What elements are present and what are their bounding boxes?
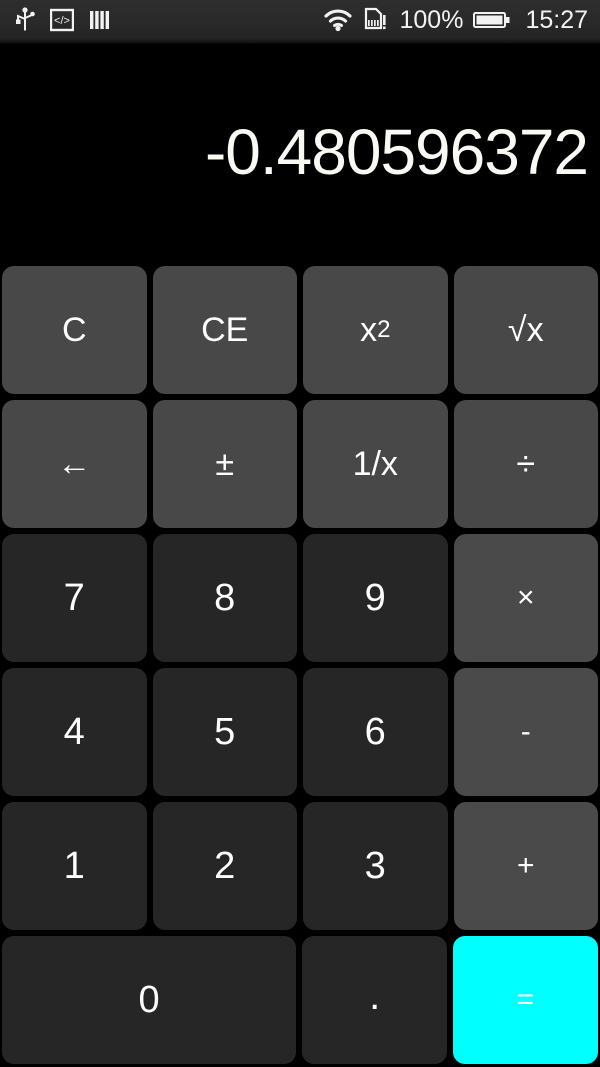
key-multiply[interactable]: × <box>453 534 598 662</box>
sim-card-alert-icon <box>363 7 389 33</box>
key-7[interactable]: 7 <box>2 534 147 662</box>
battery-percent-label: 100% <box>399 5 464 34</box>
key-subtract[interactable]: - <box>453 668 598 796</box>
key-4[interactable]: 4 <box>2 668 147 796</box>
status-bar-right: 100% 15:27 <box>323 7 588 33</box>
calculator-display[interactable]: -0.480596372 <box>0 44 600 259</box>
key-0[interactable]: 0 <box>2 936 297 1064</box>
key-1[interactable]: 1 <box>2 802 147 930</box>
svg-text:</>: </> <box>54 15 70 27</box>
calculator-keypad: C CE x 2 √x ← ±1/x ÷ 7 8 9 × 4 5 6-1 2 3 +0. = <box>0 266 600 1067</box>
key-3[interactable]: 3 <box>303 802 448 930</box>
key-clear[interactable]: C <box>2 266 147 394</box>
key-square[interactable]: x2 <box>303 266 448 394</box>
key-plus-minus[interactable]: ± <box>152 400 297 528</box>
wifi-icon <box>323 8 353 32</box>
key-8[interactable]: 8 <box>152 534 297 662</box>
key-9[interactable]: 9 <box>303 534 448 662</box>
barcode-icon <box>88 8 112 32</box>
key-2[interactable]: 2 <box>152 802 297 930</box>
developer-code-icon: </> <box>50 8 74 32</box>
keypad-row: C CE x 2 √x <box>2 266 598 394</box>
key-divide[interactable]: ÷ <box>453 400 598 528</box>
key-5[interactable]: 5 <box>152 668 297 796</box>
key-square-root[interactable]: √x <box>453 266 598 394</box>
key-add[interactable]: + <box>453 802 598 930</box>
key-6[interactable]: 6 <box>303 668 448 796</box>
usb-icon <box>14 7 36 33</box>
key-square-label: x <box>360 311 378 349</box>
calculator-app: </> 100% 15:27 -0.480596372 C CE x 2 √x … <box>0 0 600 1067</box>
display-value: -0.480596372 <box>204 115 589 188</box>
key-decimal-point[interactable]: . <box>302 936 448 1064</box>
keypad-row: ← ±1/x ÷ <box>2 400 598 528</box>
status-bar-left: </> <box>14 7 112 33</box>
key-reciprocal[interactable]: 1/x <box>303 400 448 528</box>
battery-full-icon <box>473 9 511 31</box>
keypad-row: 7 8 9 × <box>2 534 598 662</box>
keypad-row: 0. = <box>2 936 598 1064</box>
keypad-row: 1 2 3 + <box>2 802 598 930</box>
clock-label: 15:27 <box>525 5 588 34</box>
status-bar: </> 100% 15:27 <box>0 0 600 44</box>
keypad-row: 456- <box>2 668 598 796</box>
key-clear-entry[interactable]: CE <box>152 266 297 394</box>
key-backspace[interactable]: ← <box>2 400 147 528</box>
key-equals[interactable]: = <box>453 936 598 1064</box>
